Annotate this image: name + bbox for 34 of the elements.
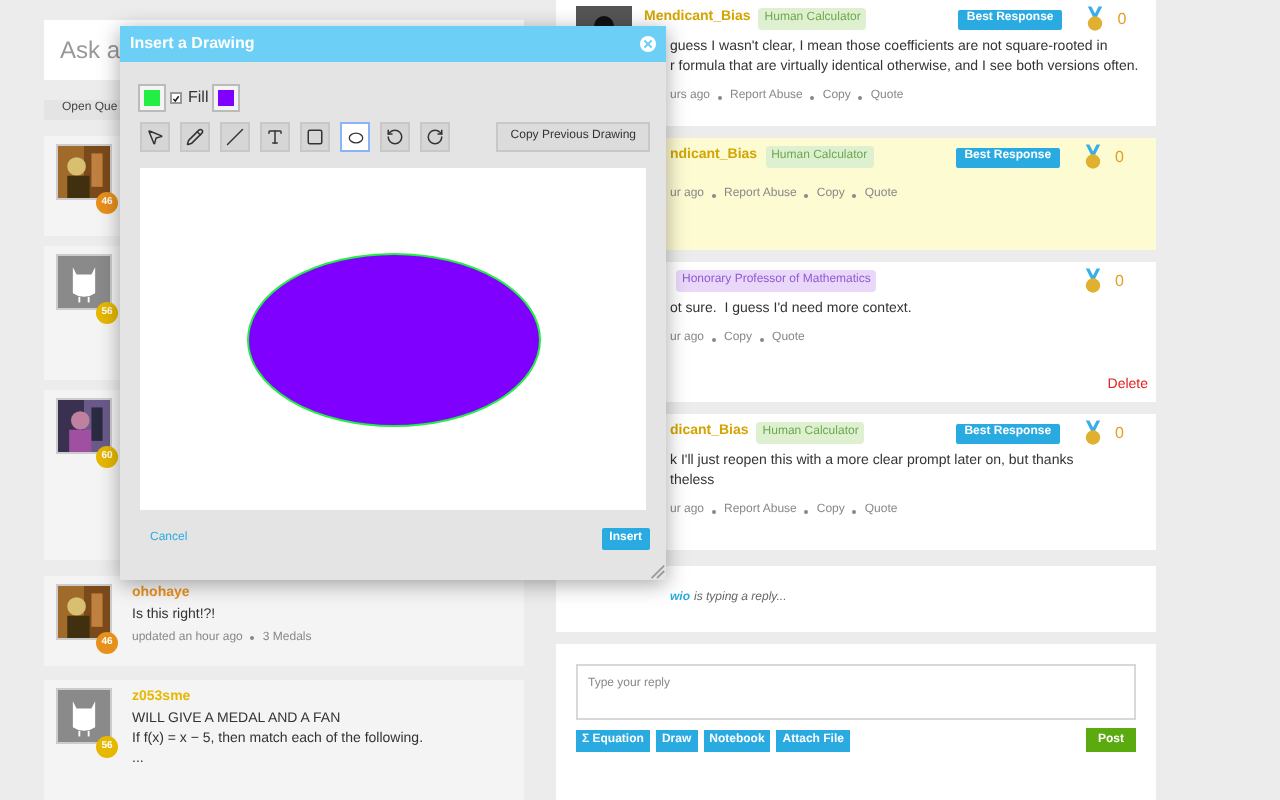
undo-tool-button[interactable] xyxy=(380,122,410,152)
owl-icon xyxy=(56,688,112,744)
cursor-icon xyxy=(146,128,164,146)
pen-tool-button[interactable] xyxy=(180,122,210,152)
medal-count: 0 xyxy=(1115,269,1124,293)
owl-icon xyxy=(56,254,112,310)
redo-icon xyxy=(426,128,444,146)
medal-icon xyxy=(1083,268,1102,294)
medal-icon xyxy=(1083,144,1102,170)
text-tool-button[interactable] xyxy=(260,122,290,152)
dialog-title: Insert a Drawing xyxy=(130,32,257,56)
text-icon xyxy=(266,128,284,146)
undo-icon xyxy=(386,128,404,146)
medal-count: 0 xyxy=(1117,7,1127,31)
ellipse-shape[interactable] xyxy=(246,252,540,426)
rect-tool-button[interactable] xyxy=(300,122,330,152)
line-tool-button[interactable] xyxy=(220,122,250,152)
pencil-icon xyxy=(186,128,204,146)
fill-label: Fill xyxy=(188,86,209,110)
line-icon xyxy=(226,128,244,146)
medal-count: 0 xyxy=(1115,145,1124,169)
medal-icon xyxy=(1085,6,1104,32)
pointer-tool-button[interactable] xyxy=(140,122,170,152)
ellipse-tool-button[interactable] xyxy=(340,122,370,152)
drawing-canvas[interactable] xyxy=(140,168,646,510)
redo-tool-button[interactable] xyxy=(420,122,450,152)
fill-checkbox[interactable] xyxy=(170,92,182,104)
medal-count: 0 xyxy=(1115,421,1124,445)
medal-icon xyxy=(1083,420,1102,446)
fill-color-swatch[interactable] xyxy=(214,86,239,110)
stroke-color-swatch[interactable] xyxy=(140,86,164,110)
resize-grip-icon[interactable] xyxy=(648,562,666,580)
square-icon xyxy=(306,128,324,146)
ellipse-icon xyxy=(347,129,363,145)
